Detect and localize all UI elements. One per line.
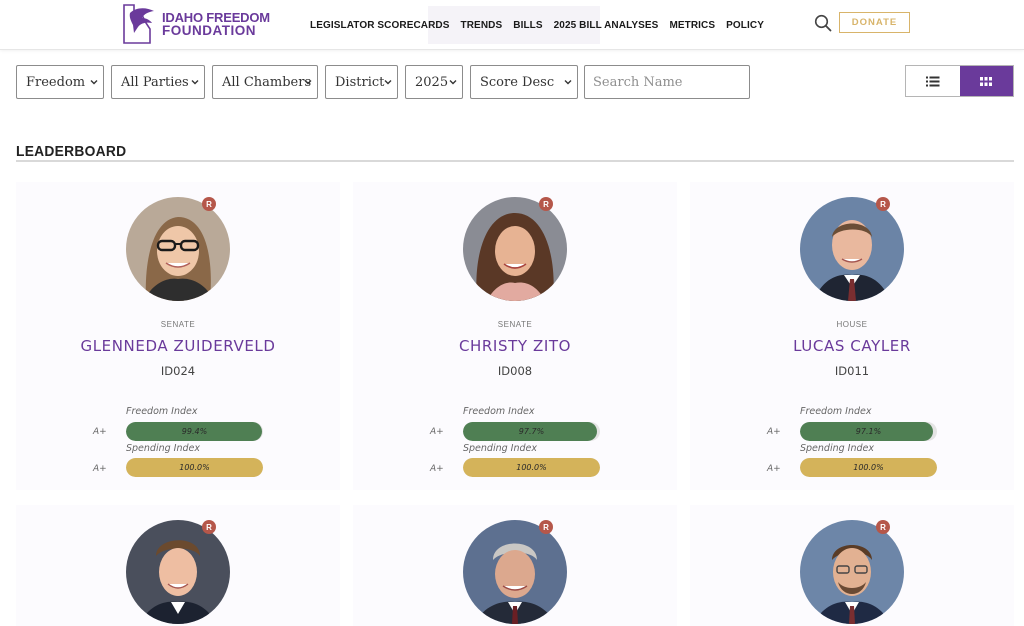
spending-score-text: 100.0% [179, 463, 210, 472]
freedom-score-bar: 99.4% [126, 422, 263, 441]
chevron-down-icon [304, 80, 312, 85]
avatar [126, 520, 230, 624]
grid-icon [980, 76, 993, 86]
freedom-grade: A+ [93, 427, 107, 437]
index-select-value: Freedom [26, 74, 86, 90]
chevron-down-icon [90, 80, 98, 85]
legislator-card[interactable]: R [353, 505, 677, 626]
party-badge: R [539, 197, 553, 211]
main-nav: LEGISLATOR SCORECARDS TRENDS BILLS 2025 … [310, 6, 775, 44]
chevron-down-icon [191, 80, 199, 85]
spending-index-label: Spending Index [463, 443, 537, 454]
legislator-card[interactable]: R [690, 505, 1014, 626]
chamber-label: SENATE [160, 320, 196, 329]
search-icon[interactable] [814, 14, 832, 32]
leaderboard-title: LEADERBOARD [16, 143, 127, 160]
sort-select[interactable]: Score Desc [470, 65, 578, 99]
party-select-value: All Parties [121, 74, 189, 90]
spending-index-label: Spending Index [126, 443, 200, 454]
spending-index-label: Spending Index [800, 443, 874, 454]
chamber-label: SENATE [497, 320, 533, 329]
view-toggle [905, 65, 1014, 97]
freedom-score-bar: 97.7% [463, 422, 600, 441]
freedom-grade: A+ [767, 427, 781, 437]
legislator-name[interactable]: CHRISTY ZITO [353, 337, 677, 355]
nav-bills[interactable]: BILLS [513, 20, 542, 31]
district-select-value: District [335, 74, 385, 90]
avatar [463, 520, 567, 624]
spending-score-bar: 100.0% [800, 458, 937, 477]
party-badge: R [539, 520, 553, 534]
grid-view-button[interactable] [959, 66, 1013, 96]
year-select[interactable]: 2025 [405, 65, 463, 99]
logo-line-2: FOUNDATION [162, 23, 256, 38]
donate-button[interactable]: DONATE [839, 12, 910, 33]
party-badge: R [876, 520, 890, 534]
spending-grade: A+ [93, 464, 107, 474]
party-select[interactable]: All Parties [111, 65, 205, 99]
nav-bill-analyses[interactable]: 2025 BILL ANALYSES [554, 20, 659, 31]
freedom-score-text: 97.7% [518, 427, 545, 436]
freedom-score-text: 97.1% [855, 427, 882, 436]
avatar [126, 197, 230, 301]
spending-score-text: 100.0% [853, 463, 884, 472]
district-id: ID024 [160, 364, 196, 378]
nav-legislator-scorecards[interactable]: LEGISLATOR SCORECARDS [310, 20, 450, 31]
party-badge: R [202, 197, 216, 211]
freedom-score-text: 99.4% [181, 427, 208, 436]
avatar [800, 197, 904, 301]
freedom-index-label: Freedom Index [463, 406, 535, 417]
freedom-grade: A+ [430, 427, 444, 437]
nav-policy[interactable]: POLICY [726, 20, 764, 31]
legislator-card[interactable]: R [16, 505, 340, 626]
chamber-select[interactable]: All Chambers [212, 65, 318, 99]
search-name-input[interactable] [584, 65, 750, 99]
site-header: IDAHO FREEDOM FOUNDATION LEGISLATOR SCOR… [0, 0, 1024, 50]
legislator-name[interactable]: LUCAS CAYLER [690, 337, 1014, 355]
spending-grade: A+ [430, 464, 444, 474]
legislator-name[interactable]: GLENNEDA ZUIDERVELD [16, 337, 340, 355]
spending-score-text: 100.0% [516, 463, 547, 472]
year-select-value: 2025 [415, 74, 449, 90]
chevron-down-icon [384, 80, 392, 85]
chamber-select-value: All Chambers [222, 74, 312, 90]
list-icon [925, 76, 940, 86]
district-id: ID011 [834, 364, 870, 378]
spending-grade: A+ [767, 464, 781, 474]
avatar [800, 520, 904, 624]
chevron-down-icon [564, 80, 572, 85]
freedom-index-label: Freedom Index [800, 406, 872, 417]
list-view-button[interactable] [906, 66, 960, 96]
legislator-card[interactable]: R SENATE CHRISTY ZITO ID008 Freedom Inde… [353, 182, 677, 490]
district-select[interactable]: District [325, 65, 398, 99]
party-badge: R [876, 197, 890, 211]
spending-score-bar: 100.0% [126, 458, 263, 477]
legislator-card[interactable]: R HOUSE LUCAS CAYLER ID011 Freedom Index… [690, 182, 1014, 490]
legislator-card[interactable]: R SENATE GLENNEDA ZUIDERVELD ID024 Freed… [16, 182, 340, 490]
chevron-down-icon [449, 80, 457, 85]
freedom-index-label: Freedom Index [126, 406, 198, 417]
sort-select-value: Score Desc [480, 74, 555, 90]
divider [16, 160, 1014, 162]
avatar [463, 197, 567, 301]
spending-score-bar: 100.0% [463, 458, 600, 477]
nav-trends[interactable]: TRENDS [461, 20, 503, 31]
nav-metrics[interactable]: METRICS [669, 20, 715, 31]
index-select[interactable]: Freedom [16, 65, 104, 99]
idaho-eagle-logo-icon [123, 4, 154, 44]
site-logo[interactable]: IDAHO FREEDOM FOUNDATION [120, 2, 270, 46]
party-badge: R [202, 520, 216, 534]
district-id: ID008 [497, 364, 533, 378]
chamber-label: HOUSE [836, 320, 868, 329]
freedom-score-bar: 97.1% [800, 422, 937, 441]
